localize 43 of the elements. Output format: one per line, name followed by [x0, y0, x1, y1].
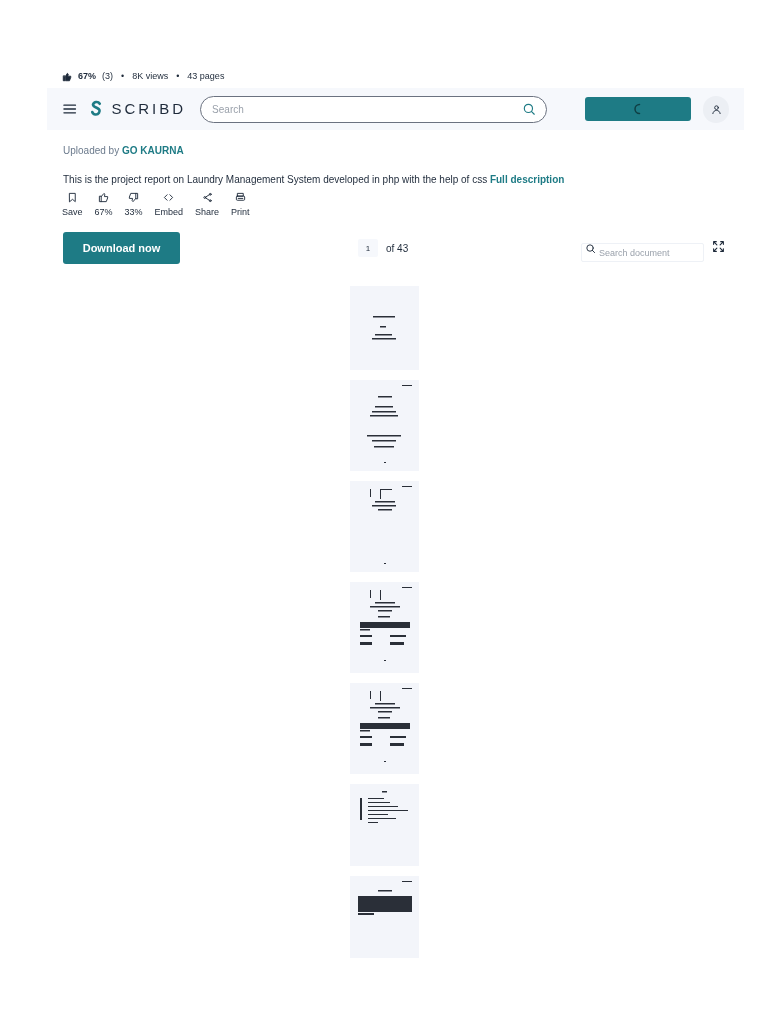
page-thumbnail[interactable] — [349, 784, 419, 866]
account-button[interactable] — [703, 95, 729, 123]
bookmark-icon — [66, 192, 78, 203]
action-button[interactable]: Print — [231, 192, 250, 226]
page-thumbnail[interactable] — [349, 582, 419, 673]
views-count: 8K views — [132, 69, 169, 83]
action-button[interactable]: 33% — [124, 192, 143, 226]
document-search-field[interactable]: Search document — [581, 243, 704, 262]
uploaded-by-text: Uploaded by GO KAURNA — [62, 144, 185, 158]
search-icon — [585, 242, 596, 254]
page-thumbnail[interactable] — [349, 876, 419, 958]
rating-count: (3) — [102, 69, 113, 83]
thumbs-up-icon — [62, 71, 72, 82]
action-button[interactable]: Share — [195, 192, 220, 226]
search-field[interactable]: Search — [200, 95, 548, 123]
full-description-link[interactable]: Full description — [489, 174, 565, 185]
separator-dot: • — [120, 69, 126, 83]
page-number-field[interactable]: 1 — [358, 239, 378, 257]
page-thumbnail[interactable] — [349, 481, 419, 572]
author-link[interactable]: GO KAURNA — [121, 145, 184, 156]
page-total: of 43 — [386, 241, 409, 256]
page-thumbnail[interactable] — [349, 380, 419, 471]
page-thumbnail[interactable] — [349, 683, 419, 774]
action-button[interactable]: 67% — [94, 192, 113, 226]
printer-icon — [234, 192, 246, 203]
share-icon — [201, 192, 213, 203]
user-icon — [710, 103, 722, 115]
download-button[interactable]: Download now — [63, 232, 180, 264]
thumbs-up-icon — [98, 192, 109, 203]
thumbs-down-icon — [128, 192, 140, 203]
page-count: 43 pages — [187, 69, 225, 83]
action-button[interactable]: Embed — [154, 192, 184, 226]
menu-icon[interactable] — [62, 101, 78, 117]
page-thumbnail[interactable] — [349, 286, 419, 370]
separator-dot: • — [175, 69, 181, 83]
search-icon[interactable] — [522, 101, 537, 116]
scribd-logo[interactable]: SCRIBD — [87, 97, 187, 121]
fullscreen-icon[interactable] — [712, 239, 725, 253]
description-text: This is the project report on Laundry Management System developed in php with the help of css Full description — [62, 173, 566, 187]
rating-text: 67% — [78, 69, 96, 83]
action-button[interactable]: Save — [62, 192, 83, 226]
code-icon — [163, 192, 175, 203]
logo-text: SCRIBD — [111, 98, 187, 119]
